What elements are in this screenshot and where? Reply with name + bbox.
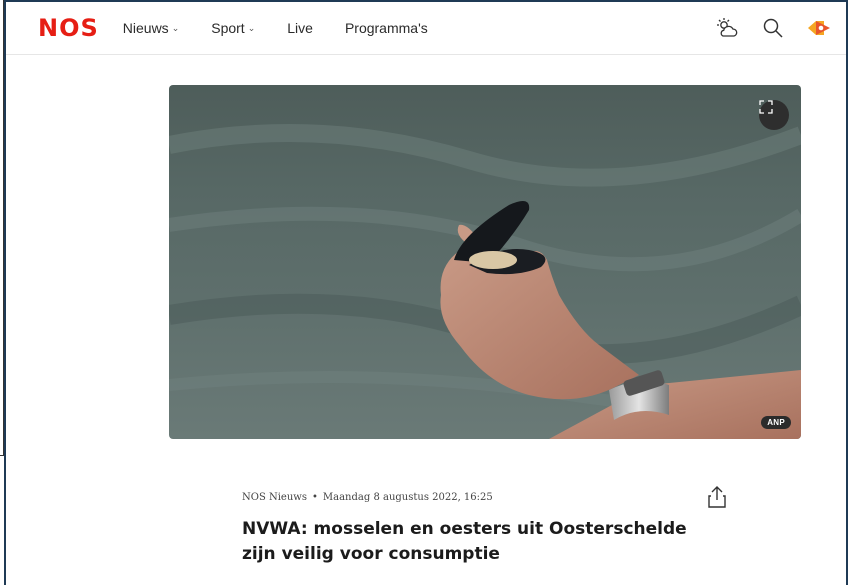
nav-actions <box>694 15 832 41</box>
nav-item-label: Programma's <box>344 20 428 36</box>
mussel-photo <box>169 124 801 439</box>
nav-item-sport[interactable]: Sport ⌄ <box>211 20 255 36</box>
browser-frame: NOS Nieuws ⌄ Sport ⌄ Live Programma's AN… <box>4 0 848 585</box>
nav-item-label: Nieuws <box>122 20 169 36</box>
article-title: NVWA: mosselen en oesters uit Oostersche… <box>242 519 687 564</box>
left-edge-tick <box>0 455 4 456</box>
nav-item-programmas[interactable]: Programma's <box>345 20 428 36</box>
nos-logo[interactable]: NOS <box>38 14 99 42</box>
article-meta: NOS Nieuws • Maandag 8 augustus 2022, 16:2… <box>242 492 493 503</box>
article-date: Maandag 8 augustus 2022, 16:25 <box>322 492 493 503</box>
nav-item-nieuws[interactable]: Nieuws ⌄ <box>123 20 179 36</box>
chevron-down-icon: ⌄ <box>171 22 180 33</box>
meta-separator: • <box>311 492 318 503</box>
nav-item-live[interactable]: Live <box>287 20 313 36</box>
nav-item-label: Sport <box>211 20 245 36</box>
photo-credit-badge: ANP <box>761 416 791 429</box>
weather-icon[interactable] <box>714 15 740 41</box>
share-icon[interactable] <box>706 485 728 509</box>
top-navigation: NOS Nieuws ⌄ Sport ⌄ Live Programma's <box>6 2 846 55</box>
search-icon[interactable] <box>760 15 786 41</box>
fullscreen-icon <box>759 100 773 114</box>
article-source: NOS Nieuws <box>242 492 307 503</box>
npo-logo-icon[interactable] <box>806 15 832 41</box>
fullscreen-button[interactable] <box>759 100 789 130</box>
chevron-down-icon: ⌄ <box>247 22 256 33</box>
nav-links: Nieuws ⌄ Sport ⌄ Live Programma's <box>123 20 460 36</box>
nav-item-label: Live <box>287 20 313 36</box>
hero-image: ANP <box>169 85 801 439</box>
left-edge-rule <box>0 0 4 456</box>
